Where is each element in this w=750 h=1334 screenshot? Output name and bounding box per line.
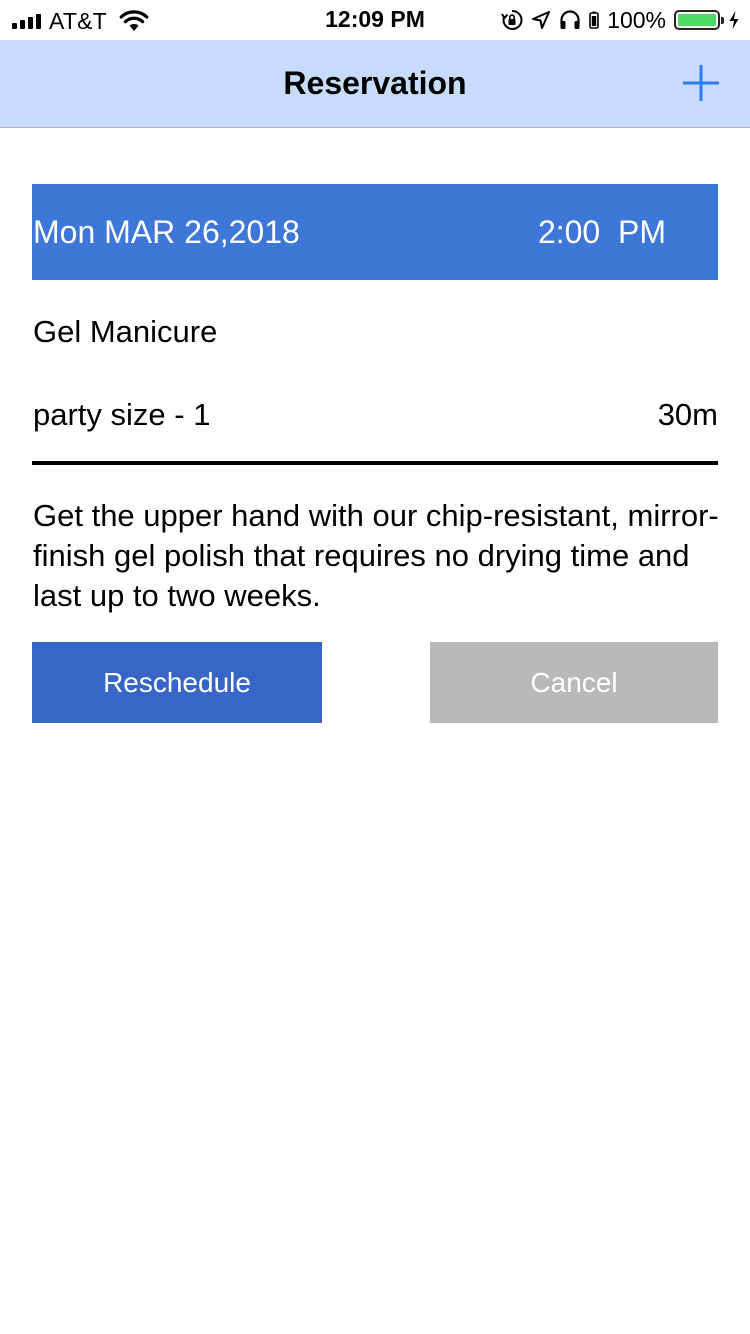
- charging-icon: [729, 11, 739, 29]
- cancel-button[interactable]: Cancel: [430, 642, 718, 723]
- nav-bar: Reservation: [0, 40, 750, 128]
- service-name: Gel Manicure: [33, 314, 218, 349]
- page-title: Reservation: [283, 65, 467, 101]
- battery-tip: [721, 17, 724, 24]
- status-right: 100%: [501, 7, 740, 33]
- location-icon: [532, 11, 551, 29]
- reservation-datetime-bar: Mon MAR 26,2018 2:00 PM: [32, 184, 718, 280]
- add-reservation-button[interactable]: [682, 64, 720, 102]
- battery-level-icon: [674, 10, 724, 30]
- service-duration: 30m: [657, 397, 718, 432]
- plus-icon: [683, 65, 719, 101]
- battery-icon: [589, 11, 599, 29]
- orientation-lock-icon: [501, 9, 523, 30]
- divider: [32, 461, 718, 465]
- reservation-date: Mon MAR 26,2018: [33, 214, 300, 250]
- status-bar: AT&T 12:09 PM 100%: [0, 0, 750, 40]
- battery-percent: 100%: [607, 6, 666, 33]
- headphones-icon: [560, 10, 580, 29]
- reservation-time: 2:00 PM: [537, 214, 666, 250]
- service-description: Get the upper hand with our chip-resista…: [33, 498, 719, 613]
- battery-fill: [678, 14, 716, 26]
- party-size: party size - 1: [33, 397, 211, 432]
- reschedule-button[interactable]: Reschedule: [32, 642, 322, 723]
